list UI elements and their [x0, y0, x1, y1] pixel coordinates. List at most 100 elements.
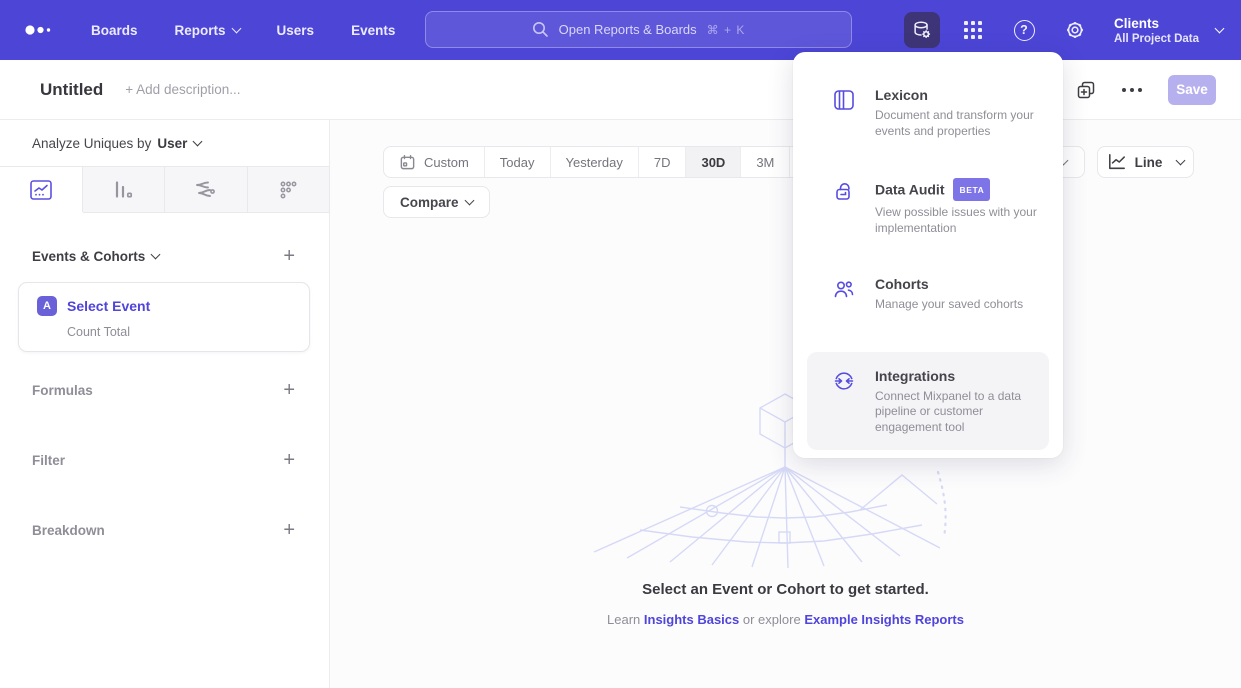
- flow-tab-icon: [193, 178, 219, 202]
- date-range-today[interactable]: Today: [484, 147, 550, 177]
- apps-grid-button[interactable]: [955, 12, 991, 48]
- tab-bar-chart[interactable]: [83, 167, 166, 212]
- chevron-down-icon[interactable]: [1215, 24, 1225, 34]
- date-range-3m[interactable]: 3M: [740, 147, 789, 177]
- grid-icon: [963, 20, 983, 40]
- menu-item-description: Manage your saved cohorts: [875, 297, 1023, 313]
- add-breakdown-button[interactable]: +: [283, 521, 295, 539]
- query-builder-sidebar: Analyze Uniques by User: [0, 120, 330, 688]
- nav-item-events[interactable]: Events: [351, 15, 395, 46]
- formulas-header: Formulas: [32, 383, 93, 398]
- search-shortcut: ⌘ + K: [707, 23, 746, 37]
- tab-metrics-grid[interactable]: [248, 167, 331, 212]
- chevron-down-icon: [1176, 156, 1186, 166]
- date-range-label: Custom: [424, 155, 469, 170]
- more-options-button[interactable]: [1120, 82, 1144, 98]
- help-glyph: ?: [1020, 23, 1028, 37]
- beta-badge: BETA: [953, 178, 990, 201]
- save-button[interactable]: Save: [1168, 75, 1216, 105]
- insights-basics-link[interactable]: Insights Basics: [644, 612, 739, 627]
- analyze-uniques-row: Analyze Uniques by User: [0, 120, 329, 166]
- database-gear-icon: [911, 19, 933, 41]
- integrations-sync-icon: [832, 369, 856, 393]
- menu-item-title: Integrations: [875, 367, 1033, 385]
- menu-item-title: Cohorts: [875, 275, 1023, 293]
- select-event-button[interactable]: Select Event: [67, 298, 150, 314]
- compare-label: Compare: [400, 195, 459, 210]
- breakdown-header: Breakdown: [32, 523, 105, 538]
- menu-item-integrations[interactable]: Integrations Connect Mixpanel to a data …: [807, 352, 1049, 451]
- menu-item-description: Connect Mixpanel to a data pipeline or c…: [875, 389, 1033, 436]
- date-range-7d[interactable]: 7D: [638, 147, 686, 177]
- filter-header: Filter: [32, 453, 65, 468]
- menu-item-title: Data AuditBETA: [875, 178, 1043, 201]
- compare-button[interactable]: Compare: [383, 186, 490, 218]
- line-chart-tab-icon: [29, 179, 53, 201]
- top-navigation-bar: Boards Reports Users Events Open Reports…: [0, 0, 1241, 60]
- help-icon: ?: [1014, 20, 1035, 41]
- events-cohorts-header[interactable]: Events & Cohorts: [32, 249, 159, 264]
- analyze-value: User: [157, 136, 187, 151]
- analyze-label: Analyze Uniques by: [32, 136, 151, 151]
- example-reports-link[interactable]: Example Insights Reports: [804, 612, 964, 627]
- tab-insights-line[interactable]: [0, 167, 83, 212]
- nav-item-label: Boards: [91, 23, 138, 38]
- project-label: All Project Data: [1114, 32, 1199, 46]
- tab-flow-chart[interactable]: [165, 167, 248, 212]
- report-actions: Save: [1076, 75, 1216, 105]
- data-audit-lock-icon: [832, 180, 856, 204]
- nav-item-reports[interactable]: Reports: [175, 15, 240, 46]
- nav-item-users[interactable]: Users: [277, 15, 315, 46]
- mixpanel-dots-icon: [25, 24, 53, 36]
- breakdown-section: Breakdown +: [0, 517, 329, 543]
- add-formula-button[interactable]: +: [283, 381, 295, 399]
- analyze-value-dropdown[interactable]: User: [157, 136, 201, 151]
- calendar-icon: [399, 154, 416, 171]
- data-management-button[interactable]: [904, 12, 940, 48]
- cohorts-people-icon: [832, 277, 856, 301]
- empty-state-title: Select an Event or Cohort to get started…: [330, 581, 1241, 598]
- add-filter-button[interactable]: +: [283, 451, 295, 469]
- chart-canvas-area: Custom Today Yesterday 7D 30D 3M 6M Comp…: [330, 120, 1241, 688]
- report-title[interactable]: Untitled: [40, 80, 103, 100]
- chevron-down-icon: [464, 196, 474, 206]
- events-cohorts-section: Events & Cohorts +: [0, 243, 329, 269]
- add-event-button[interactable]: +: [283, 247, 295, 265]
- ellipsis-icon: [1122, 88, 1126, 92]
- search-input[interactable]: Open Reports & Boards ⌘ + K: [425, 11, 852, 48]
- menu-item-text: Cohorts Manage your saved cohorts: [875, 275, 1023, 313]
- nav-right-cluster: ? Clients All Project Data: [904, 0, 1223, 60]
- search-placeholder: Open Reports & Boards: [559, 22, 697, 37]
- help-button[interactable]: ?: [1006, 12, 1042, 48]
- chevron-down-icon: [151, 249, 161, 259]
- event-card-row: A Select Event: [37, 296, 309, 316]
- gear-icon: [1064, 19, 1086, 41]
- date-range-custom[interactable]: Custom: [384, 147, 484, 177]
- nav-item-boards[interactable]: Boards: [91, 15, 138, 46]
- chart-type-dropdown[interactable]: Line: [1097, 146, 1194, 178]
- lexicon-book-icon: [832, 88, 856, 112]
- duplicate-icon: [1076, 80, 1096, 100]
- project-selector[interactable]: Clients All Project Data: [1114, 15, 1199, 46]
- event-card[interactable]: A Select Event Count Total: [18, 282, 310, 352]
- duplicate-report-button[interactable]: [1076, 80, 1096, 100]
- date-range-30d-selected[interactable]: 30D: [685, 147, 740, 177]
- dots-grid-tab-icon: [276, 178, 300, 202]
- event-measure-dropdown[interactable]: Count Total: [67, 325, 309, 339]
- chart-type-tabs: [0, 166, 329, 213]
- menu-item-cohorts[interactable]: Cohorts Manage your saved cohorts: [793, 275, 1063, 313]
- menu-item-lexicon[interactable]: Lexicon Document and transform your even…: [793, 86, 1063, 139]
- chevron-down-icon: [231, 23, 241, 33]
- chevron-down-icon: [193, 136, 203, 146]
- event-letter-badge: A: [37, 296, 57, 316]
- menu-item-data-audit[interactable]: Data AuditBETA View possible issues with…: [793, 178, 1063, 236]
- add-description-field[interactable]: + Add description...: [125, 82, 240, 97]
- date-range-yesterday[interactable]: Yesterday: [550, 147, 638, 177]
- mixpanel-logo[interactable]: [25, 24, 53, 36]
- filter-section: Filter +: [0, 447, 329, 473]
- settings-button[interactable]: [1057, 12, 1093, 48]
- empty-state-subtitle: Learn Insights Basics or explore Example…: [330, 612, 1241, 627]
- bar-chart-tab-icon: [111, 178, 135, 202]
- menu-item-description: Document and transform your events and p…: [875, 108, 1043, 139]
- menu-item-text: Data AuditBETA View possible issues with…: [875, 178, 1043, 236]
